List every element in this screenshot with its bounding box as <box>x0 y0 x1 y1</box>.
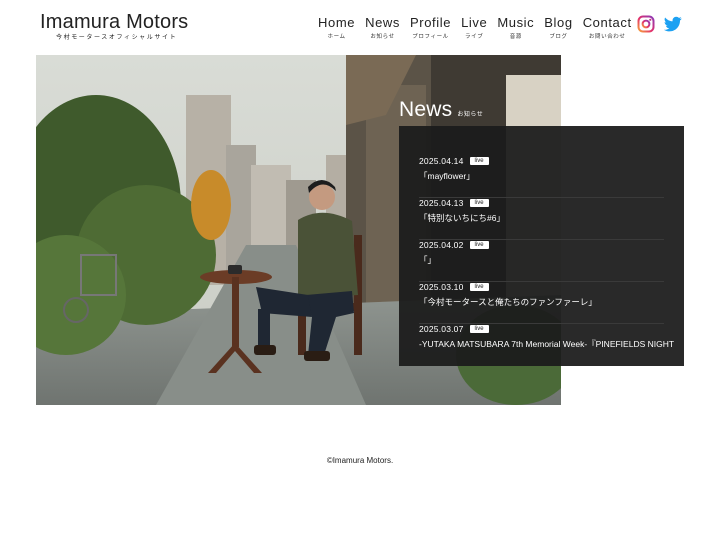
nav-item-home[interactable]: Home ホーム <box>318 15 355 41</box>
news-tag: live <box>469 325 489 333</box>
nav-item-contact[interactable]: Contact お問い合わせ <box>583 15 632 41</box>
twitter-icon <box>663 16 682 32</box>
news-title-link[interactable]: 「特別ないちにち#6」 <box>419 212 664 224</box>
news-tag: live <box>469 157 489 165</box>
news-item: 2025.04.13 live 「特別ないちにち#6」 <box>419 198 664 240</box>
news-tag: live <box>469 199 489 207</box>
news-heading-ja: お知らせ <box>457 112 484 118</box>
nav-item-blog[interactable]: Blog ブログ <box>544 15 572 41</box>
nav-item-profile[interactable]: Profile プロフィール <box>410 15 451 41</box>
nav-sublabel: ブログ <box>549 34 568 40</box>
news-meta: 2025.03.10 live <box>419 282 664 292</box>
news-heading-en: News <box>399 98 453 121</box>
nav-item-news[interactable]: News お知らせ <box>365 15 400 41</box>
nav-sublabel: ライブ <box>465 34 484 40</box>
nav-item-music[interactable]: Music 音源 <box>497 15 534 41</box>
nav-sublabel: お問い合わせ <box>588 34 626 40</box>
news-tag: live <box>469 283 489 291</box>
news-title-link[interactable]: 「」 <box>419 254 664 266</box>
nav-sublabel: 音源 <box>509 34 522 40</box>
news-meta: 2025.04.02 live <box>419 240 664 250</box>
news-tag: live <box>469 241 489 249</box>
footer-copyright: ©Imamura Motors. <box>326 456 394 465</box>
nav-item-live[interactable]: Live ライブ <box>461 15 487 41</box>
nav-label: Home <box>318 15 356 30</box>
news-meta: 2025.04.14 live <box>419 156 664 166</box>
nav-label: Contact <box>582 15 632 30</box>
instagram-icon <box>637 15 655 33</box>
site-subtitle: 今村モータースオフィシャルサイト <box>56 35 178 41</box>
news-meta: 2025.04.13 live <box>419 198 664 208</box>
news-item: 2025.04.14 live 「mayflower」 <box>419 156 664 198</box>
main-nav: Home ホーム News お知らせ Profile プロフィール Live ラ… <box>318 15 642 41</box>
nav-label: Blog <box>544 15 573 30</box>
news-title-link[interactable]: 「今村モータースと俺たちのファンファーレ」 <box>419 296 664 308</box>
nav-sublabel: お知らせ <box>370 34 395 40</box>
nav-label: News <box>365 15 400 30</box>
news-date: 2025.04.02 <box>419 240 464 250</box>
site-header: Imamura Motors 今村モータースオフィシャルサイト Home ホーム… <box>0 0 720 50</box>
news-date: 2025.04.14 <box>419 156 464 166</box>
instagram-link[interactable] <box>637 15 655 33</box>
nav-label: Profile <box>410 15 452 30</box>
news-date: 2025.04.13 <box>419 198 464 208</box>
nav-label: Music <box>497 15 535 30</box>
news-heading: News お知らせ <box>399 98 483 122</box>
nav-sublabel: プロフィール <box>412 34 449 40</box>
site-title: Imamura Motors <box>40 11 189 33</box>
news-item: 2025.03.07 live -YUTAKA MATSUBARA 7th Me… <box>419 324 674 366</box>
site-logo-link[interactable]: Imamura Motors 今村モータースオフィシャルサイト <box>40 10 188 42</box>
nav-sublabel: ホーム <box>327 34 346 40</box>
news-item: 2025.04.02 live 「」 <box>419 240 664 282</box>
twitter-link[interactable] <box>663 15 682 33</box>
news-meta: 2025.03.07 live <box>419 324 664 334</box>
news-item: 2025.03.10 live 「今村モータースと俺たちのファンファーレ」 <box>419 282 664 324</box>
news-date: 2025.03.10 <box>419 282 464 292</box>
news-title-link[interactable]: 「mayflower」 <box>419 170 664 182</box>
social-links <box>637 15 682 33</box>
news-title-link[interactable]: -YUTAKA MATSUBARA 7th Memorial Week-『PIN… <box>419 338 674 350</box>
nav-label: Live <box>461 15 488 30</box>
news-panel: 2025.04.14 live 「mayflower」 2025.04.13 l… <box>399 126 684 366</box>
news-date: 2025.03.07 <box>419 324 464 334</box>
